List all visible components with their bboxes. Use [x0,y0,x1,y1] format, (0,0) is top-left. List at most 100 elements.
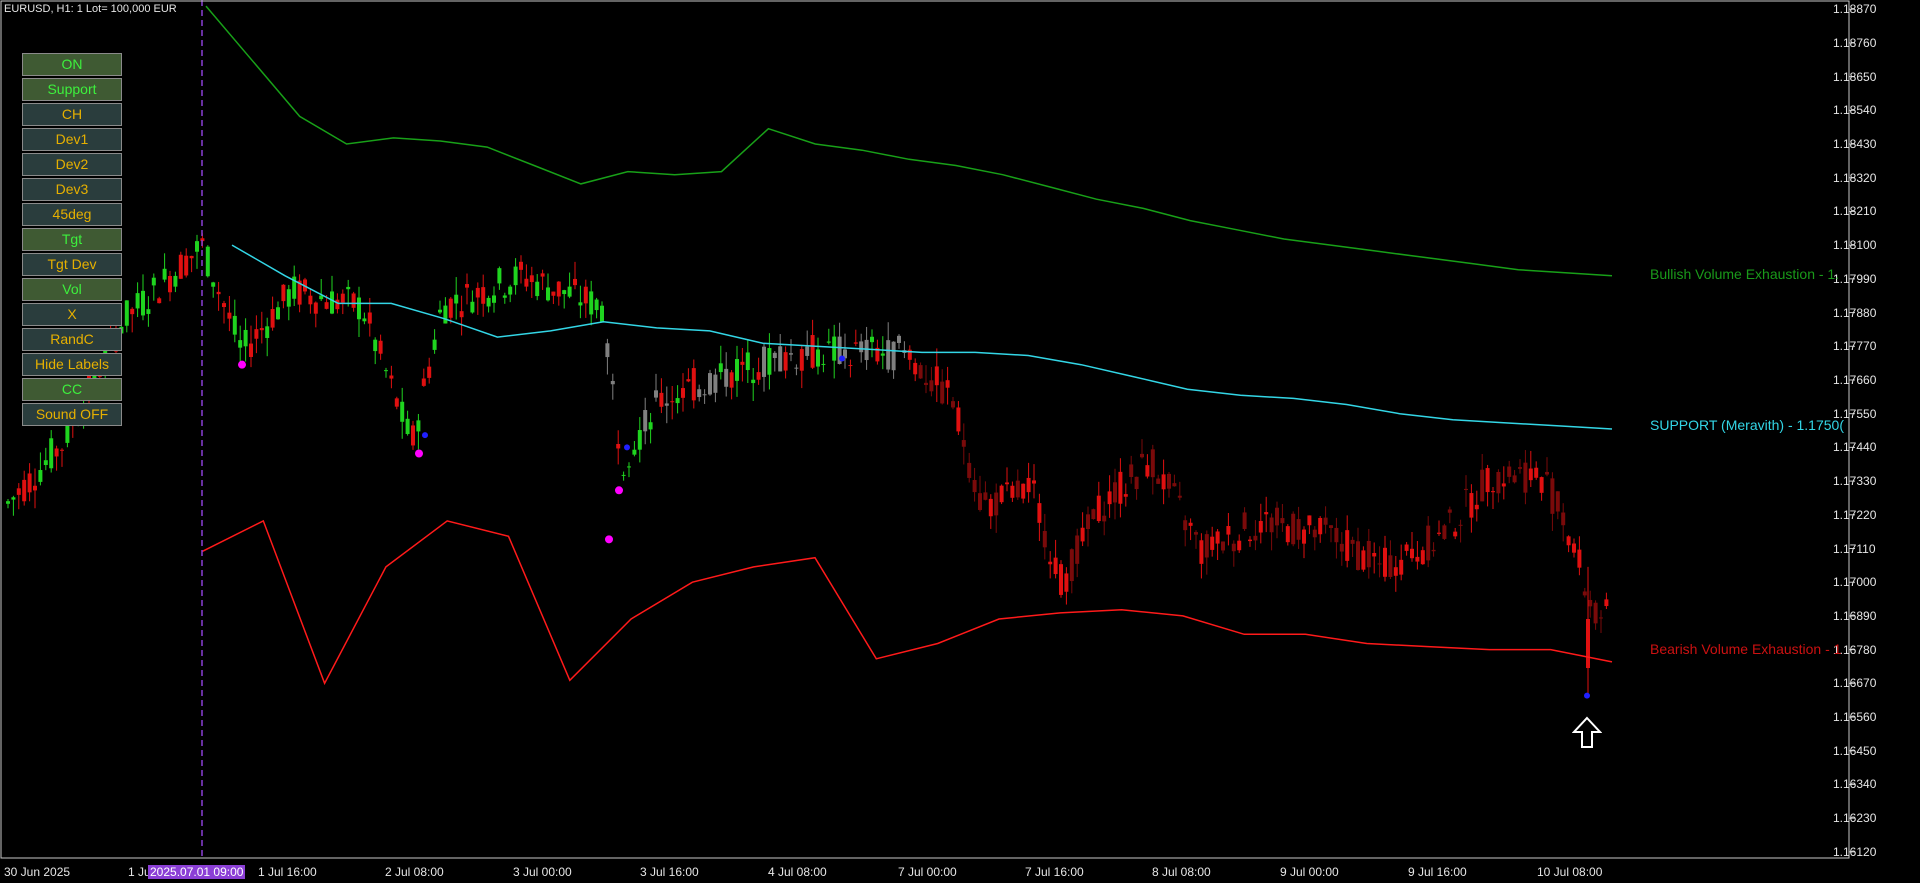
price-tick-label: 1.18430 [1833,137,1877,152]
candle [1586,566,1590,696]
candle [1242,507,1247,531]
panel-button-on[interactable]: ON [22,53,122,76]
candle [1420,546,1425,565]
candle [6,499,10,509]
time-tick-label: 2 Jul 08:00 [385,865,444,879]
candle [130,307,135,333]
panel-button-x[interactable]: X [22,303,122,326]
magenta-signal-marker [415,449,423,458]
indicator-lines [201,5,1613,686]
price-tick-label: 1.17330 [1833,474,1877,489]
candle [756,357,761,385]
price-tick-label: 1.18320 [1833,170,1877,185]
candle [1069,548,1074,594]
candle [49,430,54,473]
candle [508,284,513,303]
candle [616,430,621,465]
candle [762,342,766,392]
candle [583,279,588,318]
candle [238,325,243,365]
candle [940,369,945,405]
candle [1323,506,1328,534]
price-tick-label: 1.16560 [1833,710,1877,725]
candle [1318,516,1323,543]
candle [594,297,599,319]
price-tick-label: 1.18100 [1833,238,1877,253]
candle [1464,475,1468,507]
candle [1167,471,1171,498]
candle [135,282,140,318]
candle [967,452,972,483]
candle [357,286,361,337]
panel-button-45deg[interactable]: 45deg [22,203,122,226]
candle [465,273,469,305]
candle [384,367,388,378]
panel-button-dev3[interactable]: Dev3 [22,178,122,201]
candle [1361,546,1366,572]
candle [643,397,648,445]
candle [1566,535,1571,553]
blue-signal-marker [839,355,845,362]
panel-button-tgt[interactable]: Tgt [22,228,122,251]
time-tick-label: 10 Jul 08:00 [1537,865,1603,879]
candle [205,245,210,278]
candle [124,300,129,333]
candle [826,328,831,345]
candle [789,339,793,362]
panel-button-sound-off[interactable]: Sound OFF [22,403,122,426]
candle [924,365,928,394]
candle [546,273,550,302]
panel-button-dev1[interactable]: Dev1 [22,128,122,151]
time-tick-label: 30 Jun 2025 [4,865,71,879]
candle [1442,523,1447,540]
panel-button-randc[interactable]: RandC [22,328,122,351]
candles-layer [6,233,1609,696]
candle [902,341,907,359]
candle [254,315,259,354]
candle [389,365,394,389]
candle [1064,567,1069,605]
panel-button-ch[interactable]: CH [22,103,122,126]
panel-button-tgt-dev[interactable]: Tgt Dev [22,253,122,276]
candle [227,295,232,332]
candle [281,284,286,309]
candle [1372,542,1377,574]
panel-button-vol[interactable]: Vol [22,278,122,301]
candle [1258,503,1263,544]
candle [551,291,556,305]
candle [286,284,291,321]
candle [735,345,739,397]
candle [394,396,399,410]
candle [1458,519,1463,543]
candle [1291,511,1296,547]
candle [1096,481,1101,523]
candle [675,385,680,414]
candle [875,339,880,365]
panel-button-support[interactable]: Support [22,78,122,101]
price-tick-label: 1.16450 [1833,743,1877,758]
signal-markers [238,355,1590,699]
candle [1555,491,1560,520]
candle [1134,476,1139,500]
panel-button-cc[interactable]: CC [22,378,122,401]
candle [1107,475,1112,518]
candle [886,322,891,373]
candle [141,274,145,321]
candle [1269,513,1274,551]
candle [1005,467,1009,492]
panel-button-hide-labels[interactable]: Hide Labels [22,353,122,376]
candle [243,318,248,362]
candle [276,301,280,320]
candle [1231,540,1236,567]
candle [16,483,21,510]
panel-button-dev2[interactable]: Dev2 [22,153,122,176]
support-level-label: SUPPORT (Meravith) - 1.1750( [1650,417,1844,433]
candle [222,300,226,324]
up-arrow-icon [1572,716,1602,748]
price-chart[interactable] [0,0,1920,883]
candle [999,484,1004,505]
candle [1539,476,1544,501]
candle [1604,592,1609,609]
candle [708,369,712,396]
candle [189,255,194,273]
